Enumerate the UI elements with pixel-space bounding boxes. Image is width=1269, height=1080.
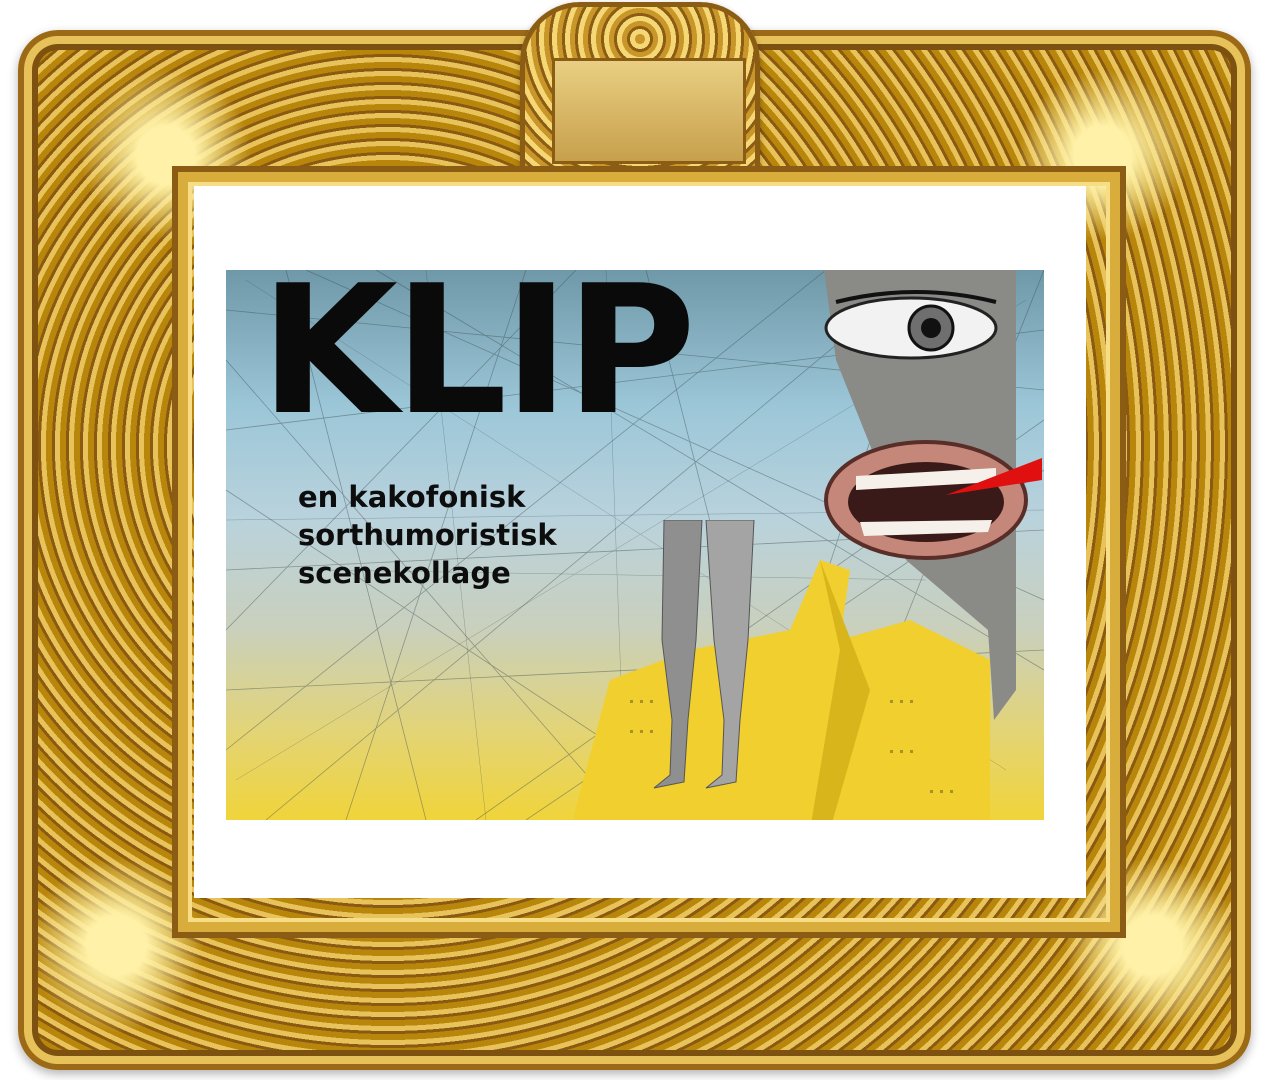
subtitle-line-2: sorthumoristisk bbox=[298, 518, 557, 552]
collage-legs bbox=[653, 520, 755, 789]
poster-mat: KLIP en kakofonisk sorthumoristisk scene… bbox=[194, 186, 1086, 898]
subtitle-line-3: scenekollage bbox=[298, 556, 511, 590]
framed-poster: KLIP en kakofonisk sorthumoristisk scene… bbox=[0, 0, 1269, 1080]
subtitle-line-1: en kakofonisk bbox=[298, 480, 526, 514]
poster-artwork: KLIP en kakofonisk sorthumoristisk scene… bbox=[226, 270, 1044, 820]
frame-plaque bbox=[552, 58, 746, 164]
poster-subtitle: en kakofonisk sorthumoristisk scenekolla… bbox=[298, 478, 557, 592]
collage-face bbox=[824, 270, 1042, 720]
poster-title: KLIP bbox=[260, 270, 696, 454]
